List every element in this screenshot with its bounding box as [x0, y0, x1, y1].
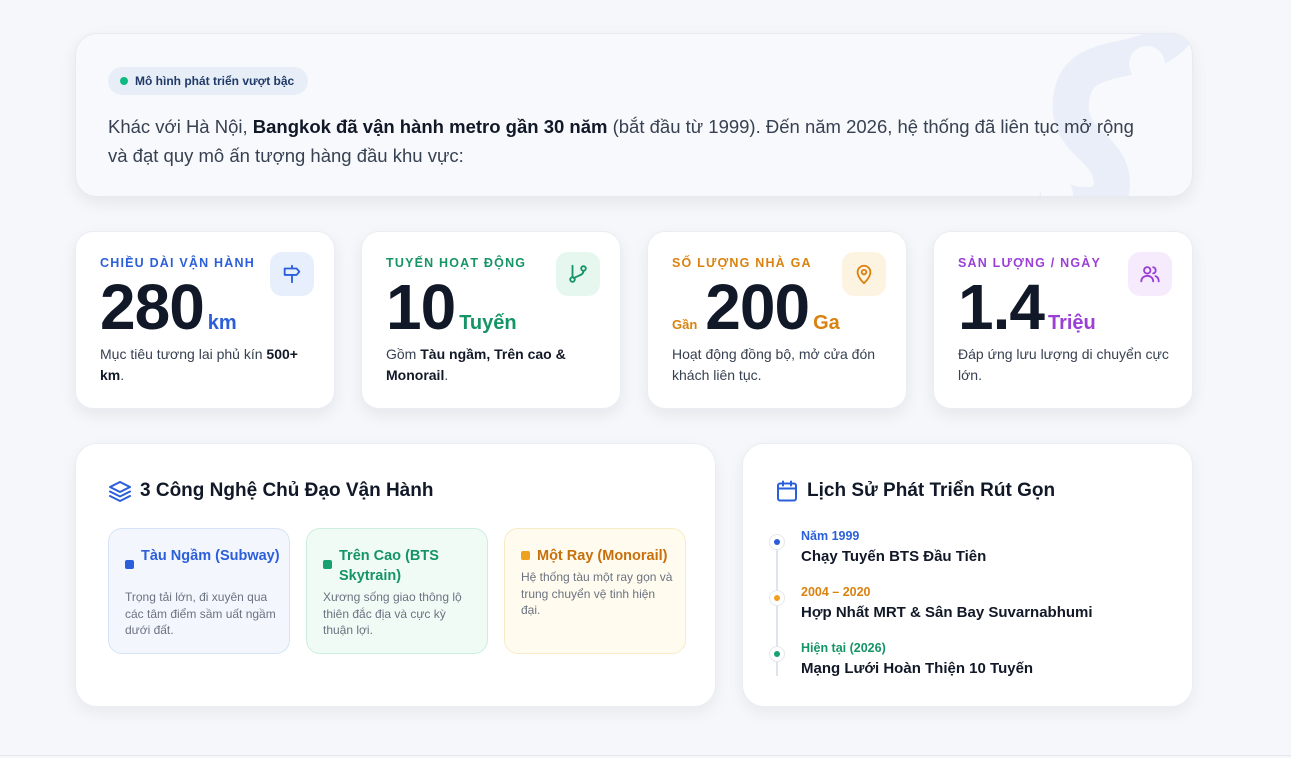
stat-label: SỐ LƯỢNG NHÀ GA	[672, 256, 812, 270]
tech-dot-icon	[521, 551, 530, 560]
technology-panel-title: 3 Công Nghệ Chủ Đạo Vận Hành	[140, 480, 434, 501]
stat-card-lines: TUYẾN HOẠT ĐỘNG 10 Tuyến Gồm Tàu ngầm, T…	[361, 231, 621, 409]
stat-card-length: CHIỀU DÀI VẬN HÀNH 280 km Mục tiêu tương…	[75, 231, 335, 409]
stat-unit: Tuyến	[459, 312, 517, 334]
users-icon	[1140, 266, 1160, 283]
tech-name: Một Ray (Monorail)	[537, 548, 668, 564]
history-panel-title: Lịch Sử Phát Triển Rút Gọn	[807, 480, 1056, 501]
stat-icon-box	[1128, 252, 1172, 296]
tech-name: Trên Cao (BTS Skytrain)	[339, 548, 439, 584]
hero-badge-label: Mô hình phát triển vượt bậc	[135, 74, 295, 88]
calendar-icon	[777, 480, 797, 502]
status-dot-icon	[120, 77, 128, 85]
tech-description: Xương sống giao thông lộ thiên đắc địa v…	[323, 590, 462, 637]
stat-number: 280	[100, 271, 205, 343]
timeline-date: Hiện tại (2026)	[801, 641, 886, 655]
tech-card-subway: Tàu Ngầm (Subway) Trọng tải lớn, đi xuyê…	[108, 528, 290, 654]
stat-icon-box	[556, 252, 600, 296]
stat-description: Đáp ứng lưu lượng di chuyển cực lớn.	[958, 344, 1173, 386]
page-divider	[0, 755, 1291, 756]
stat-number: 1.4	[958, 271, 1045, 343]
timeline-event: Mạng Lưới Hoàn Thiện 10 Tuyến	[801, 660, 1034, 677]
stat-value-row: 1.4 Triệu	[958, 272, 1096, 342]
stat-unit: Triệu	[1047, 312, 1096, 334]
timeline-dot-icon	[769, 534, 785, 550]
intro-card: Mô hình phát triển vượt bậc Khác với Hà …	[75, 33, 1193, 197]
timeline-date: Năm 1999	[801, 529, 860, 543]
stat-description: Hoạt động đồng bộ, mở cửa đón khách liên…	[672, 344, 887, 386]
stat-label: SẢN LƯỢNG / NGÀY	[958, 256, 1102, 270]
stat-card-ridership: SẢN LƯỢNG / NGÀY 1.4 Triệu Đáp ứng lưu l…	[933, 231, 1193, 409]
tech-description: Hệ thống tàu một ray gọn và trung chuyển…	[521, 570, 673, 617]
hero-text-prefix: Khác với Hà Nội,	[108, 116, 253, 137]
timeline-event: Hợp Nhất MRT & Sân Bay Suvarnabhumi	[801, 604, 1093, 621]
timeline-date: 2004 – 2020	[801, 585, 871, 599]
stat-desc-text: Đáp ứng lưu lượng di chuyển cực lớn.	[958, 346, 1169, 383]
stat-card-stations: SỐ LƯỢNG NHÀ GA Gần 200 Ga Hoạt động đồn…	[647, 231, 907, 409]
stat-description: Gồm Tàu ngầm, Trên cao & Monorail.	[386, 344, 601, 386]
technology-panel: 3 Công Nghệ Chủ Đạo Vận Hành Tàu Ngầm (S…	[75, 443, 716, 707]
timeline-event: Chạy Tuyến BTS Đầu Tiên	[801, 548, 987, 565]
stat-icon-box	[842, 252, 886, 296]
map-pin-icon	[856, 264, 872, 285]
timeline-dot-icon	[769, 646, 785, 662]
stat-number: 200	[705, 271, 810, 343]
stat-value-row: Gần 200 Ga	[672, 272, 840, 342]
stat-unit: Ga	[813, 312, 840, 334]
stat-prefix: Gần	[672, 317, 698, 332]
timeline-dot-icon	[769, 590, 785, 606]
stat-number: 10	[386, 271, 456, 343]
stat-value-row: 10 Tuyến	[386, 272, 517, 342]
stat-label: CHIỀU DÀI VẬN HÀNH	[100, 256, 255, 270]
tech-description: Trọng tải lớn, đi xuyên qua các tâm điểm…	[125, 590, 276, 637]
stat-desc-text: Mục tiêu tương lai phủ kín	[100, 346, 267, 362]
stat-desc-end: .	[120, 367, 125, 383]
history-panel: Lịch Sử Phát Triển Rút Gọn Năm 1999 Chạy…	[742, 443, 1193, 707]
stat-value-row: 280 km	[100, 272, 237, 342]
layers-icon	[109, 481, 131, 502]
hero-text-highlight: Bangkok đã vận hành metro gần 30 năm	[252, 116, 608, 137]
stat-desc-text: Hoạt động đồng bộ, mở cửa đón khách liên…	[672, 346, 876, 383]
hero-badge: Mô hình phát triển vượt bậc	[108, 67, 309, 95]
tech-card-monorail: Một Ray (Monorail) Hệ thống tàu một ray …	[504, 528, 686, 654]
stat-label: TUYẾN HOẠT ĐỘNG	[386, 256, 527, 270]
stat-unit: km	[207, 312, 237, 334]
tech-dot-icon	[323, 560, 332, 569]
git-branch-icon	[569, 264, 587, 283]
signpost-icon	[283, 264, 301, 284]
tech-dot-icon	[125, 560, 134, 569]
stat-icon-box	[270, 252, 314, 296]
stat-desc-end: .	[444, 367, 449, 383]
stat-description: Mục tiêu tương lai phủ kín 500+ km.	[100, 344, 315, 386]
stat-desc-text: Gồm	[386, 346, 421, 362]
tech-card-skytrain: Trên Cao (BTS Skytrain) Xương sống giao …	[306, 528, 488, 654]
tech-name: Tàu Ngầm (Subway)	[141, 548, 280, 564]
hero-description: Khác với Hà Nội, Bangkok đã vận hành met…	[108, 112, 1148, 170]
